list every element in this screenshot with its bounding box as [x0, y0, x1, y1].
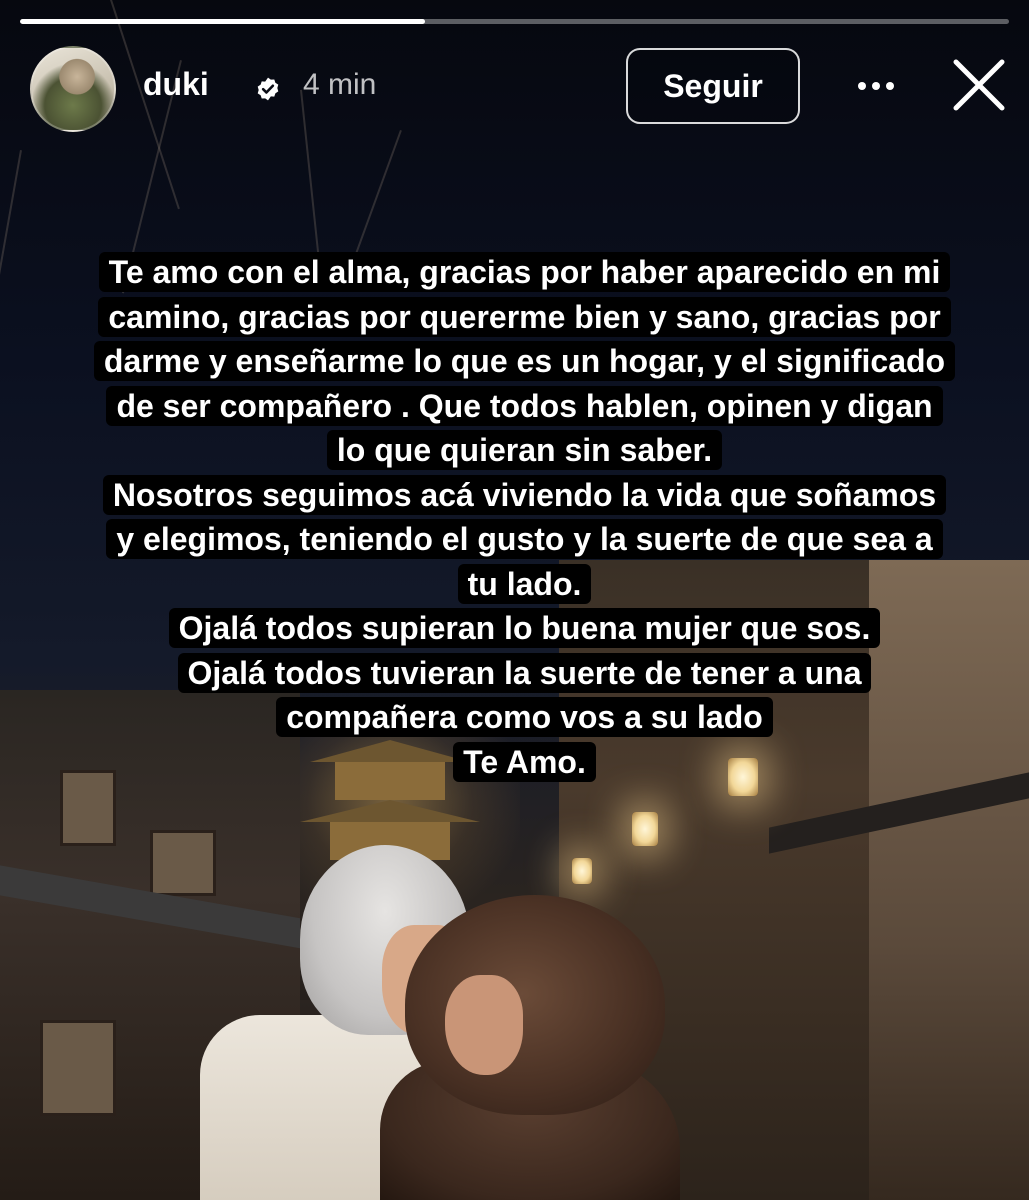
tree-branch [0, 150, 22, 407]
story-viewer[interactable]: duki 4 min Seguir Te amo con el alma, gr… [0, 0, 1029, 1200]
caption-line: y elegimos, teniendo el gusto y la suert… [40, 517, 1009, 562]
caption-line: Nosotros seguimos acá viviendo la vida q… [40, 473, 1009, 518]
story-header: duki 4 min Seguir [30, 44, 1009, 132]
verified-badge-icon [257, 77, 279, 101]
caption-line: Ojalá todos tuvieran la suerte de tener … [40, 651, 1009, 696]
lantern [572, 858, 592, 884]
avatar[interactable] [30, 46, 116, 132]
caption-line: compañera como vos a su lado [40, 695, 1009, 740]
time-ago: 4 min [303, 68, 377, 101]
more-horizontal-icon[interactable] [848, 66, 904, 106]
caption-line: Te Amo. [40, 740, 1009, 785]
woman-fur-hat [405, 895, 665, 1115]
caption-line: Ojalá todos supieran lo buena mujer que … [40, 606, 1009, 651]
window [150, 830, 216, 896]
close-icon[interactable] [950, 56, 1008, 114]
caption-line: lo que quieran sin saber. [40, 428, 1009, 473]
tree-branch [352, 130, 402, 263]
caption-line: Te amo con el alma, gracias por haber ap… [40, 250, 1009, 295]
lantern [632, 812, 658, 846]
pagoda-roof [300, 800, 480, 822]
caption-line: de ser compañero . Que todos hablen, opi… [40, 384, 1009, 429]
story-caption: Te amo con el alma, gracias por haber ap… [40, 250, 1009, 784]
caption-line: darme y enseñarme lo que es un hogar, y … [40, 339, 1009, 384]
caption-line: tu lado. [40, 562, 1009, 607]
story-progress-bar [20, 19, 1009, 24]
story-progress-fill [20, 19, 426, 24]
username[interactable]: duki [143, 66, 209, 103]
woman-face [445, 975, 523, 1075]
follow-button[interactable]: Seguir [626, 48, 800, 124]
caption-line: camino, gracias por quererme bien y sano… [40, 295, 1009, 340]
window [40, 1020, 116, 1116]
